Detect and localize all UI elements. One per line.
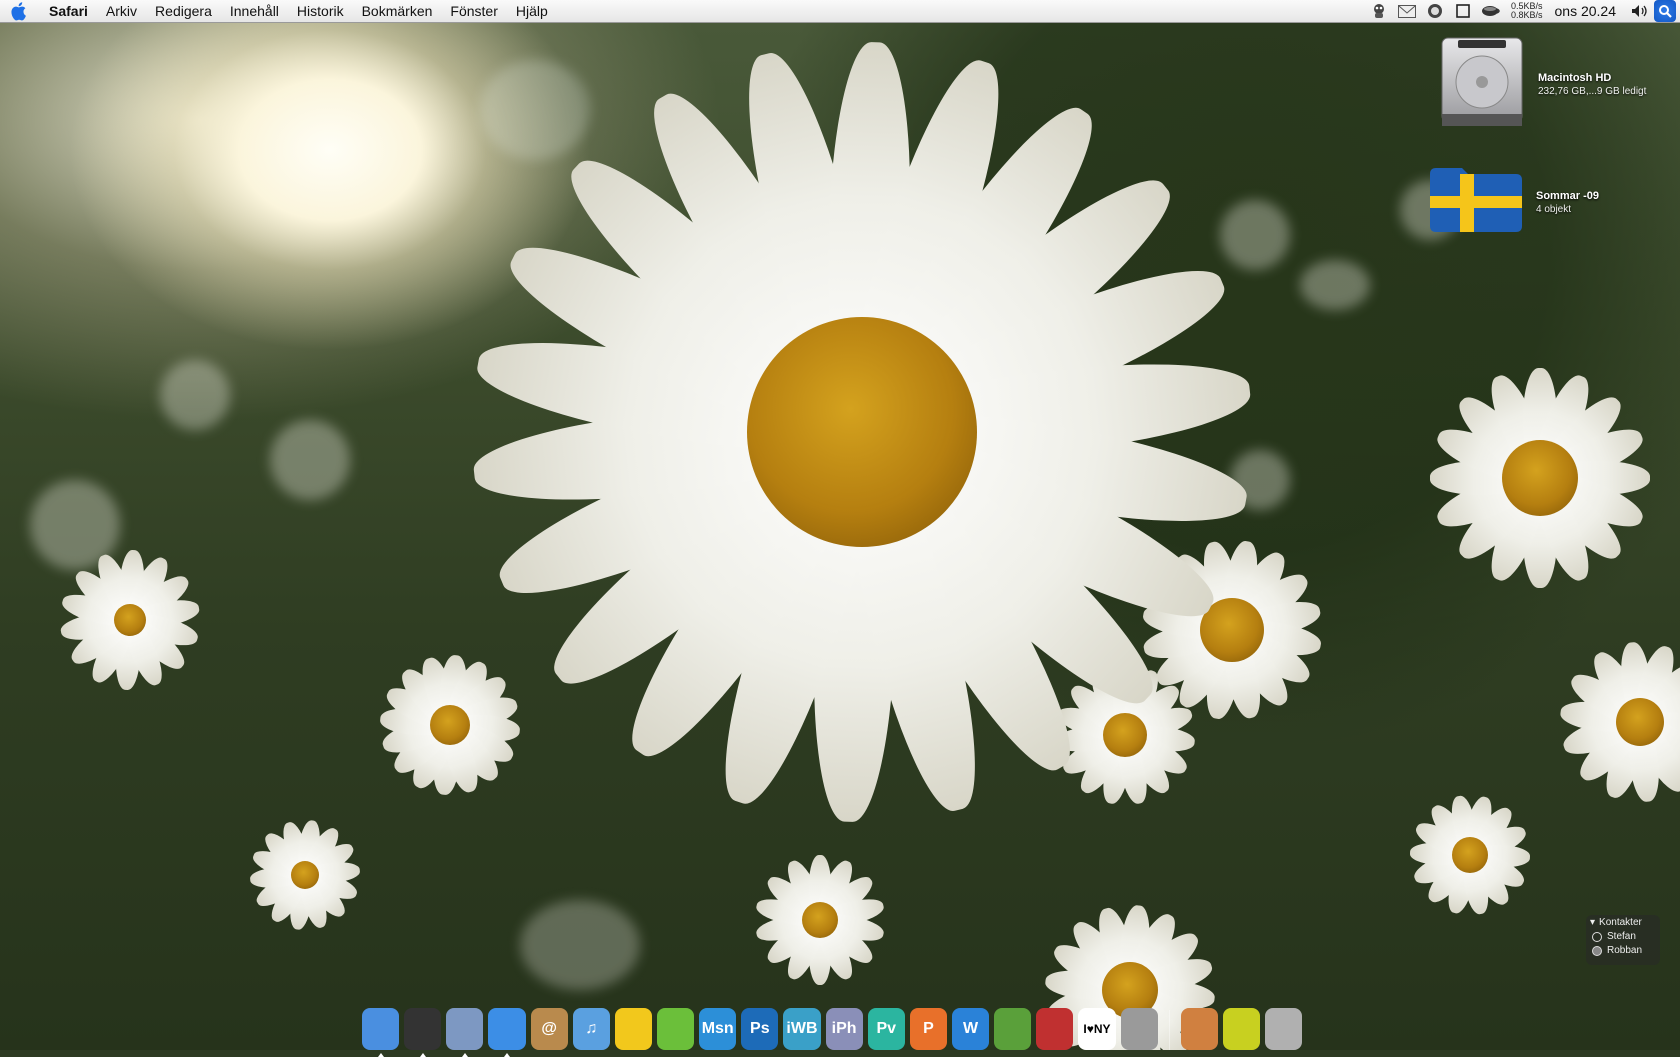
menu-bar: Safari Arkiv Redigera Innehåll Historik Bokm… xyxy=(0,0,1680,23)
dock-item-preview[interactable]: Pv xyxy=(867,1008,905,1050)
folder-name: Sommar -09 xyxy=(1536,190,1599,202)
itunes-icon: ♫ xyxy=(585,1020,598,1037)
dock-item-itunes[interactable]: ♫ xyxy=(572,1008,610,1050)
dock: @ ♫ Msn Ps iWB iPh Pv P W I♥NY xyxy=(356,998,1308,1057)
dock-item-address-book[interactable]: @ xyxy=(530,1008,568,1050)
status-available-icon xyxy=(1592,931,1602,942)
apple-logo-icon[interactable] xyxy=(0,1,40,21)
wordpress-icon: W xyxy=(962,1020,979,1037)
dock-item-system-preferences[interactable] xyxy=(1120,1008,1158,1050)
dock-item-downloads[interactable] xyxy=(1222,1008,1260,1050)
hd-name: Macintosh HD xyxy=(1538,72,1612,84)
swedish-flag-folder-icon xyxy=(1428,166,1524,239)
dock-item-i-love-ny[interactable]: I♥NY xyxy=(1078,1008,1116,1050)
coffee-cup-icon[interactable] xyxy=(1480,0,1502,22)
menu-item[interactable]: Redigera xyxy=(146,0,221,22)
menu-app-name[interactable]: Safari xyxy=(40,0,97,22)
hard-drive-icon xyxy=(1438,36,1526,133)
istat-icon[interactable] xyxy=(1424,0,1446,22)
mail-icon[interactable] xyxy=(1396,0,1418,22)
contact-name: Robban xyxy=(1607,945,1643,956)
photoshop-icon: Ps xyxy=(750,1020,770,1037)
menu-item[interactable]: Bokmärken xyxy=(353,0,442,22)
menu-item[interactable]: Hjälp xyxy=(507,0,557,22)
dock-separator xyxy=(1168,1010,1170,1050)
msn-icon: Msn xyxy=(701,1020,734,1037)
dock-item-photoshop[interactable]: Ps xyxy=(741,1008,779,1050)
menu-clock[interactable]: ons 20.24 xyxy=(1555,3,1617,19)
desktop-icon-sommar-folder[interactable]: Sommar -09 4 objekt xyxy=(1428,166,1599,239)
contact-row[interactable]: Robban xyxy=(1590,945,1656,956)
running-indicator xyxy=(419,1053,426,1057)
desktop-wallpaper xyxy=(0,0,1680,1050)
i-love-ny-icon: I♥NY xyxy=(1083,1022,1111,1036)
menu-item[interactable]: Arkiv xyxy=(97,0,146,22)
dock-item-iweb[interactable]: iWB xyxy=(783,1008,821,1050)
network-speed[interactable]: 0.5KB/s 0.8KB/s xyxy=(1511,2,1543,20)
hd-info: 232,76 GB,...9 GB ledigt xyxy=(1538,86,1647,97)
dock-item-safari[interactable] xyxy=(488,1008,526,1057)
window-icon[interactable] xyxy=(1452,0,1474,22)
dock-item-msn[interactable]: Msn xyxy=(699,1008,737,1050)
contacts-title: Kontakter xyxy=(1599,917,1642,928)
dock-item-mail[interactable] xyxy=(446,1008,484,1057)
dock-item-iphoto[interactable]: iPh xyxy=(825,1008,863,1050)
running-indicator xyxy=(461,1053,468,1057)
dock-item-applications-folder[interactable] xyxy=(1180,1008,1218,1050)
dock-item-finder[interactable] xyxy=(362,1008,400,1057)
adium-icon[interactable] xyxy=(1368,0,1390,22)
running-indicator xyxy=(503,1053,510,1057)
dock-item-pages[interactable]: P xyxy=(909,1008,947,1050)
folder-info: 4 objekt xyxy=(1536,204,1572,215)
desktop-icon-macintosh-hd[interactable]: Macintosh HD 232,76 GB,...9 GB ledigt xyxy=(1438,36,1646,133)
pages-icon: P xyxy=(923,1020,934,1037)
running-indicator xyxy=(377,1053,384,1057)
dock-item-spotify[interactable] xyxy=(656,1008,695,1050)
preview-icon: Pv xyxy=(876,1020,897,1037)
dock-item-instruments[interactable] xyxy=(1036,1008,1074,1050)
menu-item[interactable]: Fönster xyxy=(441,0,506,22)
net-down: 0.8KB/s xyxy=(1510,10,1543,20)
status-offline-icon xyxy=(1592,945,1602,956)
contact-name: Stefan xyxy=(1607,931,1636,942)
iweb-icon: iWB xyxy=(786,1020,818,1037)
iphoto-icon: iPh xyxy=(831,1020,857,1037)
address-book-icon: @ xyxy=(541,1020,557,1037)
disclosure-triangle-icon[interactable]: ▾ xyxy=(1590,917,1595,928)
contacts-widget[interactable]: ▾ Kontakter Stefan Robban xyxy=(1586,915,1660,965)
dock-item-cyberduck[interactable] xyxy=(614,1008,652,1050)
spotlight-icon[interactable] xyxy=(1654,0,1676,22)
menu-item[interactable]: Historik xyxy=(288,0,353,22)
dock-item-filezilla[interactable] xyxy=(994,1008,1032,1050)
menu-item[interactable]: Innehåll xyxy=(221,0,288,22)
dock-item-dashboard[interactable] xyxy=(404,1008,442,1057)
dock-item-wordpress[interactable]: W xyxy=(951,1008,990,1050)
contact-row[interactable]: Stefan xyxy=(1590,931,1656,942)
dock-item-trash[interactable] xyxy=(1264,1008,1303,1050)
volume-icon[interactable] xyxy=(1629,0,1651,22)
